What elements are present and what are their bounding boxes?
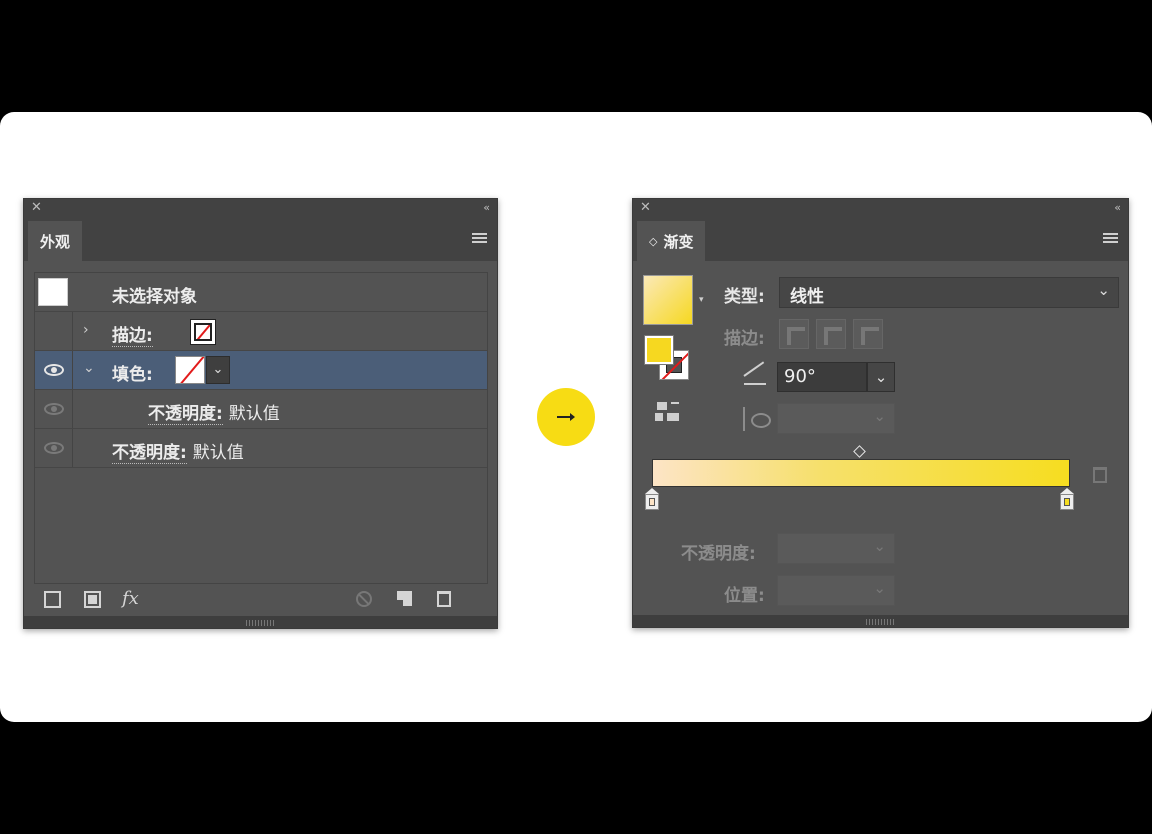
chevron-down-icon: ⌄ <box>873 537 886 555</box>
object-label: 未选择对象 <box>112 287 197 307</box>
tab-options-icon[interactable]: ◇ <box>649 235 657 248</box>
list-item-fill-opacity[interactable]: 不透明度: 默认值 <box>35 390 487 429</box>
aspect-ratio-select[interactable]: ⌄ <box>777 403 895 434</box>
gradient-stop-end[interactable] <box>1060 488 1074 510</box>
close-icon[interactable]: ✕ <box>640 200 651 215</box>
add-effect-icon[interactable]: fx <box>122 588 139 609</box>
opacity-label: 不透明度: <box>681 544 756 564</box>
chevron-down-icon[interactable]: ⌄ <box>83 360 95 376</box>
object-thumbnail <box>38 278 68 306</box>
arrow-right-icon <box>537 388 595 446</box>
appearance-toolbar: fx <box>24 587 497 615</box>
gradient-stop-start[interactable] <box>645 488 659 510</box>
fill-label[interactable]: 填色: <box>112 360 153 385</box>
tab-bar: 外观 <box>24 219 497 261</box>
angle-icon <box>744 367 766 385</box>
visibility-column[interactable] <box>35 351 73 389</box>
chevron-down-icon: ⌄ <box>1097 281 1110 299</box>
type-label: 类型: <box>724 287 765 307</box>
fill-swatch[interactable] <box>175 356 205 384</box>
stroke-label[interactable]: 描边: <box>112 321 153 347</box>
appearance-panel: ✕ ‹‹ 外观 未选择对象 › 描边: ⌄ 填色: ⌄ 不透明度: 默认值 不透… <box>23 198 498 629</box>
fill-opacity-row: 不透明度: 默认值 <box>148 399 280 425</box>
fill-swatch[interactable] <box>644 335 674 365</box>
gradient-panel: ✕ ‹‹ ◇ 渐变 ▾ 类型: 线性 ⌄ 描边: 90° ⌄ ⌄ 不透明度: ⌄ <box>632 198 1129 628</box>
resize-grip[interactable] <box>245 620 276 626</box>
visibility-column[interactable] <box>35 312 73 350</box>
eye-icon[interactable] <box>44 403 64 415</box>
chevron-down-icon: ⌄ <box>873 407 886 425</box>
type-value: 线性 <box>790 287 824 307</box>
type-select[interactable]: 线性 ⌄ <box>779 277 1119 308</box>
add-new-fill-icon[interactable] <box>84 591 101 608</box>
clear-appearance-icon[interactable] <box>356 591 372 607</box>
stroke-swatch[interactable] <box>190 319 216 345</box>
opacity-row: 不透明度: 默认值 <box>112 438 244 464</box>
delete-stop-icon[interactable] <box>1093 467 1107 483</box>
chevron-right-icon[interactable]: › <box>83 322 89 338</box>
eye-icon[interactable] <box>44 442 64 454</box>
opacity-value: 默认值 <box>192 443 244 463</box>
fill-opacity-value: 默认值 <box>228 404 280 424</box>
angle-input[interactable]: 90° <box>777 362 867 392</box>
tab-bar: ◇ 渐变 <box>633 219 1128 261</box>
aspect-ratio-icon <box>743 407 771 431</box>
tab-label: 外观 <box>40 232 71 251</box>
panel-bottom-strip <box>633 615 1128 627</box>
panel-menu-icon[interactable] <box>472 233 487 245</box>
list-item-object[interactable]: 未选择对象 <box>35 273 487 312</box>
opacity-label[interactable]: 不透明度: <box>112 443 187 464</box>
position-label: 位置: <box>724 586 765 606</box>
visibility-column[interactable] <box>35 429 73 467</box>
eye-icon[interactable] <box>44 364 64 376</box>
add-new-stroke-icon[interactable] <box>44 591 61 608</box>
stroke-along-button[interactable] <box>816 319 846 349</box>
collapse-icon[interactable]: ‹‹ <box>1114 201 1121 214</box>
tab-appearance[interactable]: 外观 <box>28 221 83 261</box>
gradient-thumbnail[interactable] <box>643 275 693 325</box>
gradient-slider[interactable] <box>652 459 1070 487</box>
panel-bottom-strip <box>24 616 497 628</box>
position-select[interactable]: ⌄ <box>777 575 895 606</box>
resize-grip[interactable] <box>865 619 896 625</box>
collapse-icon[interactable]: ‹‹ <box>483 201 490 214</box>
list-item-stroke[interactable]: › 描边: <box>35 312 487 351</box>
visibility-column[interactable] <box>35 390 73 428</box>
fill-dropdown-button[interactable]: ⌄ <box>206 356 230 384</box>
angle-dropdown-button[interactable]: ⌄ <box>867 362 895 392</box>
trash-icon[interactable] <box>437 591 451 607</box>
appearance-list: 未选择对象 › 描边: ⌄ 填色: ⌄ 不透明度: 默认值 不透明度: 默认值 <box>34 272 488 584</box>
panel-menu-icon[interactable] <box>1103 233 1118 245</box>
stroke-within-button[interactable] <box>779 319 809 349</box>
panel-titlebar: ✕ ‹‹ <box>24 199 497 219</box>
chevron-down-icon: ⌄ <box>873 579 886 597</box>
close-icon[interactable]: ✕ <box>31 200 42 215</box>
duplicate-item-icon[interactable] <box>397 591 412 606</box>
fill-opacity-label[interactable]: 不透明度: <box>148 404 223 425</box>
reverse-gradient-icon[interactable] <box>655 401 681 423</box>
gradient-midpoint[interactable] <box>853 445 866 458</box>
stroke-label: 描边: <box>724 329 765 349</box>
gradient-preset-dropdown-icon[interactable]: ▾ <box>699 295 704 305</box>
opacity-select[interactable]: ⌄ <box>777 533 895 564</box>
list-item-fill[interactable]: ⌄ 填色: ⌄ <box>35 351 487 390</box>
tab-gradient[interactable]: ◇ 渐变 <box>637 221 706 261</box>
tab-label: 渐变 <box>663 232 694 251</box>
list-item-opacity[interactable]: 不透明度: 默认值 <box>35 429 487 468</box>
stroke-across-button[interactable] <box>853 319 883 349</box>
panel-titlebar: ✕ ‹‹ <box>633 199 1128 219</box>
